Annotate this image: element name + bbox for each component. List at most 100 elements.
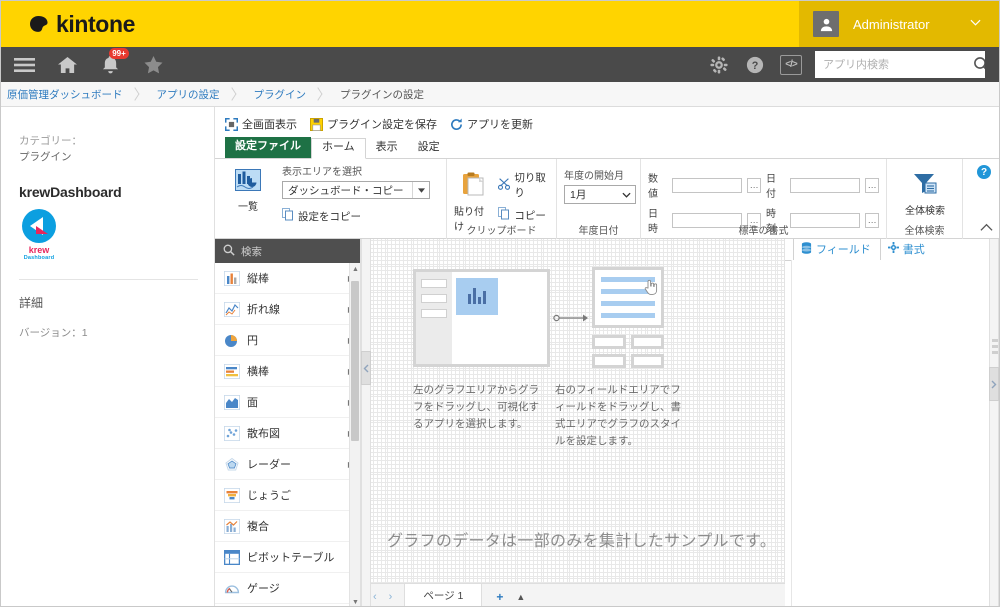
page-navigation-bar: ‹ › ページ 1 + ▲: [361, 583, 785, 606]
gear-icon[interactable]: [701, 47, 737, 82]
view-list-label: 一覧: [238, 202, 258, 213]
cut-button[interactable]: 切り取り: [498, 170, 549, 200]
kintone-logo[interactable]: kintone: [27, 12, 135, 36]
tab-format[interactable]: 書式: [881, 239, 934, 260]
format-group-label: 標準の書式: [738, 226, 789, 237]
chart-type-item-pivot-table[interactable]: ピボットテーブル: [215, 542, 360, 573]
chart-type-item-radar[interactable]: レーダー ▶: [215, 449, 360, 480]
chart-list-icon: [235, 169, 261, 194]
page-tab-1[interactable]: ページ 1: [404, 584, 483, 606]
format-date-input[interactable]: [790, 177, 861, 193]
global-nav-bar: 99+ ? </>: [1, 47, 999, 82]
triangle-up-icon[interactable]: ▲: [350, 263, 360, 276]
star-icon[interactable]: [143, 54, 164, 75]
chart-type-label: 円: [247, 335, 258, 347]
plugin-version: バージョン：1: [19, 326, 88, 339]
bell-icon[interactable]: 99+: [100, 48, 129, 75]
chart-type-item-combo[interactable]: 複合: [215, 511, 360, 542]
chart-type-item-bar[interactable]: 横棒 ▶: [215, 356, 360, 387]
plugin-info-pane: カテゴリー： プラグイン krewDashboard krew Dashboar…: [1, 107, 215, 606]
left-splitter[interactable]: [361, 239, 371, 606]
mock-field-panel: [592, 267, 664, 368]
ribbon-tab-home[interactable]: ホーム: [311, 138, 366, 159]
ribbon-group-standard-format: 数値 … 日付 … 日時 … 時刻 … 標準の書式: [641, 159, 887, 239]
ribbon-tab-settings[interactable]: 設定: [408, 139, 450, 158]
right-splitter[interactable]: [989, 239, 999, 606]
chart-type-item-scatter[interactable]: 散布図 ▶: [215, 418, 360, 449]
line-chart-icon: [223, 301, 240, 318]
chart-type-item-funnel[interactable]: じょうご: [215, 480, 360, 511]
scrollbar-thumb[interactable]: [351, 281, 359, 441]
chart-type-label: ピボットテーブル: [247, 552, 335, 564]
global-search-group-label: 全体検索: [904, 226, 945, 237]
home-icon[interactable]: [57, 54, 78, 75]
plus-icon[interactable]: +: [496, 590, 503, 604]
chart-type-list: 縦棒 ▶ 折れ線 ▶: [215, 263, 360, 606]
chart-type-item-line[interactable]: 折れ線 ▶: [215, 294, 360, 325]
chart-type-item-column[interactable]: 縦棒 ▶: [215, 263, 360, 294]
sidebar-content-area[interactable]: [791, 260, 999, 606]
area-chart-icon: [223, 394, 240, 411]
triangle-up-icon[interactable]: ▲: [516, 592, 525, 602]
display-area-select[interactable]: ダッシュボード・コピー: [282, 181, 430, 199]
breadcrumb-item-3: プラグインの設定: [340, 88, 424, 101]
chart-type-item-pie[interactable]: 円 ▶: [215, 325, 360, 356]
chart-list-scrollbar[interactable]: ▲ ▼: [349, 263, 360, 606]
kintone-plugin-settings-window: kintone Administrator 99+ ? </> アプリ内検索 原…: [0, 0, 1000, 607]
ribbon-tab-display[interactable]: 表示: [366, 139, 408, 158]
plugin-config-pane: 全画面表示 プラグイン設定を保存 アプリを更新 設定ファイル ホーム 表示 設定…: [215, 107, 999, 606]
dashboard-canvas[interactable]: 左のグラフエリアからグラフをドラッグし、可視化するアプリを選択します。 右のフィ…: [361, 239, 785, 583]
chart-search-box[interactable]: 検索: [215, 239, 360, 263]
help-circle-icon[interactable]: ?: [737, 47, 773, 82]
fiscal-start-month-select[interactable]: 1月: [564, 185, 636, 204]
scissors-icon: [498, 177, 511, 193]
tab-fields[interactable]: フィールド: [793, 238, 881, 261]
user-menu[interactable]: Administrator: [799, 1, 999, 47]
triangle-down-icon[interactable]: ▼: [350, 596, 360, 606]
radar-chart-icon: [223, 456, 240, 473]
chart-type-panel: 検索 縦棒 ▶: [215, 239, 361, 606]
search-input[interactable]: [815, 52, 973, 77]
breadcrumb-item-0[interactable]: 原価管理ダッシュボード: [1, 82, 145, 106]
collapse-right-panel-button[interactable]: [989, 367, 999, 401]
fullscreen-button[interactable]: 全画面表示: [225, 116, 297, 132]
chart-type-label: レーダー: [247, 459, 291, 471]
save-disk-icon: [310, 117, 323, 131]
sample-data-message: グラフのデータは一部のみを集計したサンプルです。: [387, 533, 777, 550]
refresh-app-button[interactable]: アプリを更新: [450, 116, 533, 132]
view-list-button[interactable]: 一覧: [222, 163, 274, 213]
copy-settings-icon: [282, 208, 294, 224]
svg-text:?: ?: [752, 59, 759, 71]
ribbon-tab-config-file[interactable]: 設定ファイル: [225, 137, 311, 158]
copy-button[interactable]: コピー: [498, 207, 549, 223]
collapse-left-panel-button[interactable]: [361, 351, 371, 385]
breadcrumb-item-2[interactable]: プラグイン: [242, 82, 329, 106]
pivot-table-icon: [223, 549, 240, 566]
copy-settings-button[interactable]: 設定をコピー: [282, 208, 439, 224]
divider: [19, 278, 198, 280]
canvas-hint-left: 左のグラフエリアからグラフをドラッグし、可視化するアプリを選択します。: [413, 384, 539, 430]
fiscal-start-month-label: 年度の開始月: [564, 171, 624, 182]
save-plugin-settings-button[interactable]: プラグイン設定を保存: [310, 116, 437, 132]
detail-heading: 詳細: [19, 295, 44, 310]
dashboard-canvas-area: 左のグラフエリアからグラフをドラッグし、可視化するアプリを選択します。 右のフィ…: [361, 239, 785, 606]
format-date-browse-button[interactable]: …: [865, 177, 879, 193]
breadcrumb-item-1[interactable]: アプリの設定: [145, 82, 242, 106]
collapse-ribbon-button[interactable]: [980, 221, 993, 235]
ribbon-help-icon[interactable]: ?: [977, 165, 991, 179]
code-brackets-icon[interactable]: </>: [773, 47, 809, 82]
chart-type-item-gauge[interactable]: ゲージ: [215, 573, 360, 604]
chevron-right-icon[interactable]: ›: [389, 591, 393, 603]
chart-type-item-area[interactable]: 面 ▶: [215, 387, 360, 418]
tab-format-label: 書式: [902, 244, 925, 256]
hamburger-menu-icon[interactable]: [14, 54, 35, 75]
format-number-input[interactable]: [672, 177, 743, 193]
mock-app-preview: [413, 268, 550, 367]
chart-type-label: 折れ線: [247, 304, 280, 316]
app-search-box[interactable]: [815, 51, 990, 78]
global-search-label: 全体検索: [905, 206, 945, 217]
canvas-hint-right: 右のフィールドエリアでフィールドをドラッグし、書式エリアでグラフのスタイルを設定…: [555, 384, 681, 447]
chevron-left-icon[interactable]: ‹: [373, 591, 377, 603]
global-search-button[interactable]: 全体検索: [894, 163, 956, 217]
format-number-browse-button[interactable]: …: [747, 177, 761, 193]
